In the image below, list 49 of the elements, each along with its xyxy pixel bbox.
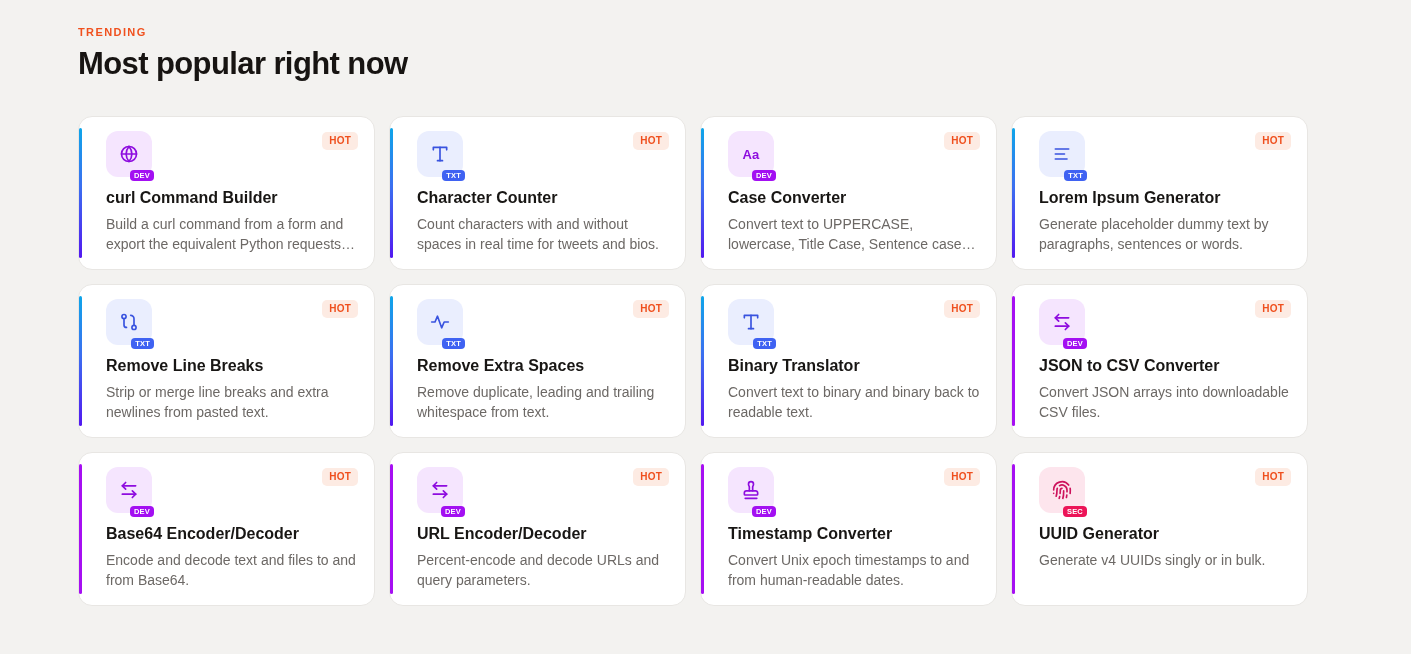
tool-title: Base64 Encoder/Decoder <box>106 524 300 544</box>
tool-description: Generate placeholder dummy text by paragraphs, sentences or words. <box>1039 215 1270 254</box>
swap-arrows-icon <box>106 467 152 513</box>
swap-arrows-icon <box>417 467 463 513</box>
tool-title: Remove Line Breaks <box>106 356 265 376</box>
tool-description: Count characters with and without spaces in real time for tweets and bios. <box>417 215 660 254</box>
section-heading: Most popular right now <box>78 46 408 82</box>
hot-badge: HOT <box>944 468 980 486</box>
hot-badge: HOT <box>1255 468 1291 486</box>
tool-title: Timestamp Converter <box>728 524 894 544</box>
tool-title: Lorem Ipsum Generator <box>1039 188 1222 208</box>
tool-title: curl Command Builder <box>106 188 279 208</box>
tool-description: Generate v4 UUIDs singly or in bulk. <box>1039 551 1267 570</box>
route-icon <box>106 299 152 345</box>
hot-badge: HOT <box>633 132 669 150</box>
hot-badge: HOT <box>944 132 980 150</box>
hot-badge: HOT <box>322 132 358 150</box>
hot-badge: HOT <box>944 300 980 318</box>
letter-t-icon <box>728 299 774 345</box>
globe-icon <box>106 131 152 177</box>
tool-title: URL Encoder/Decoder <box>417 524 588 544</box>
hot-badge: HOT <box>322 300 358 318</box>
fingerprint-icon <box>1039 467 1085 513</box>
tool-title: JSON to CSV Converter <box>1039 356 1221 376</box>
hot-badge: HOT <box>633 468 669 486</box>
section-eyebrow: TRENDING <box>78 26 147 38</box>
hot-badge: HOT <box>1255 132 1291 150</box>
tool-description: Convert Unix epoch timestamps to and from human-readable dates. <box>728 551 971 590</box>
tool-title: Character Counter <box>417 188 559 208</box>
letter-t-icon <box>417 131 463 177</box>
tool-description: Encode and decode text and files to and from Base64. <box>106 551 357 590</box>
tool-title: Remove Extra Spaces <box>417 356 586 376</box>
stamp-icon <box>728 467 774 513</box>
tool-description: Convert text to binary and binary back to readable text. <box>728 383 981 422</box>
hot-badge: HOT <box>633 300 669 318</box>
tool-description: Percent-encode and decode URLs and query parameters. <box>417 551 661 590</box>
pulse-icon <box>417 299 463 345</box>
tool-description: Build a curl command from a form and export the equivalent Python requests… <box>106 215 357 254</box>
text-lines-icon <box>1039 131 1085 177</box>
tool-description: Strip or merge line breaks and extra newlines from pasted text. <box>106 383 330 422</box>
tool-description: Convert JSON arrays into downloadable CSV files. <box>1039 383 1290 422</box>
tool-description: Remove duplicate, leading and trailing whitespace from text. <box>417 383 656 422</box>
hot-badge: HOT <box>322 468 358 486</box>
tool-title: Case Converter <box>728 188 848 208</box>
tool-description: Convert text to UPPERCASE, lowercase, Title Case, Sentence case… <box>728 215 977 254</box>
swap-arrows-icon <box>1039 299 1085 345</box>
tool-title: Binary Translator <box>728 356 861 376</box>
tool-title: UUID Generator <box>1039 524 1161 544</box>
hot-badge: HOT <box>1255 300 1291 318</box>
